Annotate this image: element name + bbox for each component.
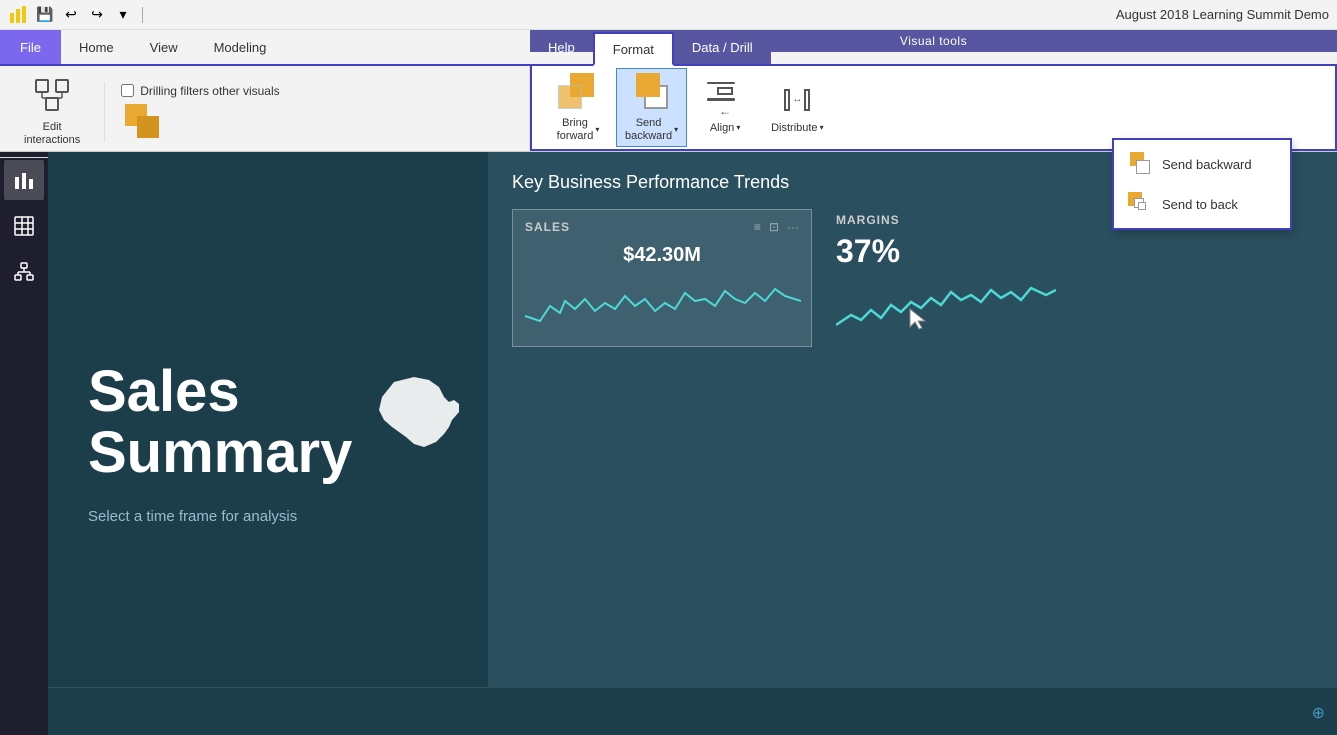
bottom-strip [48, 687, 1337, 735]
sales-widget-actions: ≡ ⊡ ··· [754, 220, 799, 234]
sales-subtitle: Select a time frame for analysis [88, 508, 448, 525]
widget-more-icon[interactable]: ··· [787, 220, 799, 234]
sales-title-line2: Summary [88, 423, 352, 484]
ribbon: Editinteractions Drilling filters other … [0, 66, 1337, 152]
send-backward-arrow: ▾ [674, 125, 678, 134]
sales-value: $42.30M [525, 240, 799, 271]
bring-forward-arrow: ▾ [595, 125, 599, 134]
drilling-label: Drilling filters other visuals [140, 84, 279, 98]
send-backward-label: Send backward ▾ [625, 117, 678, 141]
margins-value: 37% [836, 233, 1056, 270]
sidebar-icon-table[interactable] [4, 206, 44, 246]
section-divider [104, 82, 105, 142]
tab-data-drill[interactable]: Data / Drill [674, 30, 771, 64]
tab-modeling[interactable]: Modeling [196, 30, 285, 64]
send-backward-dropdown-label: Send backward [1162, 157, 1252, 172]
tab-row-left: File Home View Modeling [0, 30, 284, 64]
send-backward-icon [632, 73, 672, 113]
ribbon-right-section: Bring forward ▾ Send backward ▾ ← [530, 66, 1337, 151]
widget-menu-icon[interactable]: ≡ [754, 220, 761, 234]
sales-header-row: Sales Summary [88, 362, 448, 484]
tab-help[interactable]: Help [530, 30, 593, 64]
sales-sparkline [525, 271, 801, 331]
widget-expand-icon[interactable]: ⊡ [769, 220, 779, 234]
charts-row: SALES ≡ ⊡ ··· $42.30M MARGI [512, 209, 1313, 349]
sales-panel: Sales Summary Select a time frame for an… [48, 152, 488, 735]
corner-indicator: ⊕ [1312, 703, 1325, 723]
margins-sparkline [836, 270, 1056, 340]
visual-type-icons [121, 104, 279, 140]
align-icon: ← [707, 82, 743, 118]
bring-forward-button[interactable]: Bring forward ▾ [548, 69, 608, 145]
send-to-back-dropdown-label: Send to back [1162, 197, 1238, 212]
drilling-checkbox-row[interactable]: Drilling filters other visuals [121, 84, 279, 98]
ribbon-left-section: Editinteractions Drilling filters other … [0, 66, 530, 151]
sales-title-line1: Sales [88, 362, 352, 423]
undo-icon[interactable]: ↩ [60, 4, 82, 26]
sales-widget-label: SALES [525, 220, 570, 234]
ribbon-tabs-row: Visual tools File Home View Modeling Hel… [0, 30, 1337, 66]
save-icon[interactable]: 💾 [34, 4, 56, 26]
main-area: Sales Summary Select a time frame for an… [0, 152, 1337, 735]
align-label: Align ▾ [710, 122, 740, 134]
distribute-button[interactable]: ↔ Distribute ▾ [763, 78, 831, 138]
margins-widget: MARGINS 37% [836, 209, 1056, 349]
edit-interactions-label: Editinteractions [24, 121, 80, 147]
margins-label: MARGINS [836, 213, 1056, 227]
sales-widget: SALES ≡ ⊡ ··· $42.30M [512, 209, 812, 347]
dropdown-send-to-back[interactable]: Send to back [1114, 184, 1290, 224]
dropdown-send-backward[interactable]: Send backward [1114, 144, 1290, 184]
send-to-back-dropdown-icon [1128, 192, 1152, 216]
edit-interactions-icon [34, 76, 70, 117]
align-arrow: ▾ [736, 123, 740, 132]
send-backward-dropdown-icon [1128, 152, 1152, 176]
dashboard: Sales Summary Select a time frame for an… [48, 152, 1337, 735]
send-backward-dropdown: Send backward Send to back [1112, 138, 1292, 230]
align-button[interactable]: ← Align ▾ [695, 78, 755, 138]
sidebar [0, 152, 48, 735]
distribute-icon: ↔ [777, 82, 817, 118]
tab-file[interactable]: File [0, 30, 61, 64]
title-divider [142, 7, 143, 23]
sales-title-block: Sales Summary [88, 362, 352, 484]
title-bar-icons: 💾 ↩ ↪ ▾ [8, 4, 147, 26]
tab-format[interactable]: Format [593, 32, 674, 66]
project-title: August 2018 Learning Summit Demo [1116, 7, 1329, 22]
customize-icon[interactable]: ▾ [112, 4, 134, 26]
drilling-section: Drilling filters other visuals [121, 84, 279, 140]
edit-interactions-button[interactable]: Editinteractions [16, 72, 88, 151]
app-logo [8, 4, 30, 26]
drilling-checkbox[interactable] [121, 84, 134, 97]
australia-map [364, 372, 474, 467]
tab-view[interactable]: View [132, 30, 196, 64]
ribbon-left-content: Editinteractions Drilling filters other … [0, 66, 529, 157]
redo-icon[interactable]: ↪ [86, 4, 108, 26]
bring-forward-label: Bring forward ▾ [557, 117, 600, 141]
visual-icon-1[interactable] [125, 104, 161, 140]
distribute-label: Distribute ▾ [771, 122, 823, 134]
sales-widget-header: SALES ≡ ⊡ ··· [525, 220, 799, 234]
send-backward-button[interactable]: Send backward ▾ [616, 68, 687, 146]
sidebar-icon-hierarchy[interactable] [4, 252, 44, 292]
bring-forward-icon [558, 73, 598, 113]
distribute-arrow: ▾ [820, 123, 824, 132]
tab-row-right: Help Format Data / Drill [530, 30, 771, 64]
charts-section: Key Business Performance Trends SALES ≡ … [488, 152, 1337, 735]
title-bar: 💾 ↩ ↪ ▾ August 2018 Learning Summit Demo [0, 0, 1337, 30]
tab-home[interactable]: Home [61, 30, 132, 64]
